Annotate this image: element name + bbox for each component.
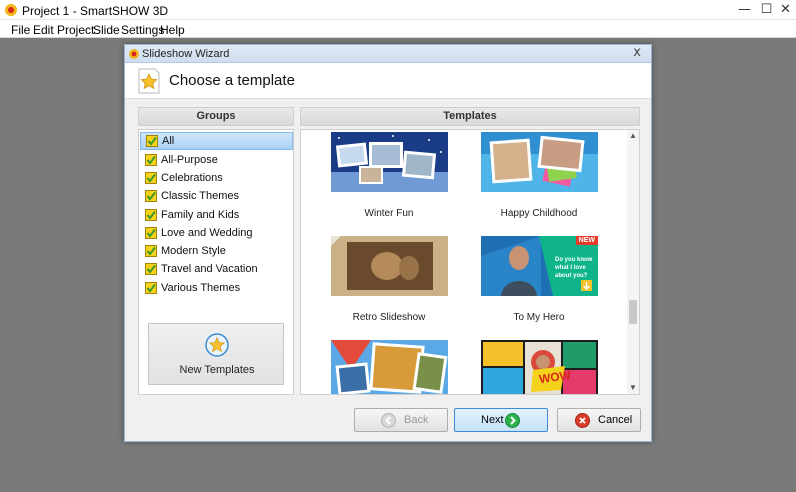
- checkbox-checked-icon: [146, 135, 158, 147]
- group-label: Various Themes: [161, 282, 241, 294]
- new-badge: NEW: [575, 236, 598, 245]
- groups-header: Groups: [138, 107, 294, 126]
- cancel-x-icon: [575, 413, 590, 428]
- menu-help[interactable]: Help: [160, 23, 185, 37]
- menu-slide[interactable]: Slide: [93, 23, 120, 37]
- template-star-icon: [138, 68, 160, 94]
- checkbox-checked-icon: [145, 209, 157, 221]
- template-label: Happy Childhood: [500, 208, 578, 219]
- menu-settings[interactable]: Settings: [121, 23, 164, 37]
- new-templates-star-icon: [205, 333, 229, 357]
- group-label: Classic Themes: [161, 190, 240, 202]
- group-item-travel-and-vacation[interactable]: Travel and Vacation: [140, 261, 293, 279]
- template-tile-to-my-hero[interactable]: Do you know what I love about you? NEW: [481, 236, 598, 296]
- dialog-heading: Choose a template: [169, 72, 295, 89]
- group-label: All-Purpose: [161, 154, 218, 166]
- dialog-header: Choose a template: [125, 63, 651, 99]
- new-templates-label: New Templates: [179, 364, 255, 376]
- app-logo-icon: [5, 4, 17, 16]
- cancel-label: Cancel: [598, 414, 633, 426]
- checkbox-checked-icon: [145, 282, 157, 294]
- group-label: Love and Wedding: [161, 227, 253, 239]
- next-label: Next: [481, 414, 504, 426]
- close-window-button[interactable]: ✕: [772, 0, 796, 20]
- dialog-titlebar: Slideshow Wizard x: [125, 45, 651, 63]
- template-tile-retro-slideshow[interactable]: [331, 236, 448, 296]
- menubar: File Edit Project Slide Settings Help: [0, 20, 796, 38]
- dialog-close-button[interactable]: x: [633, 45, 641, 60]
- templates-grid: Winter Fun Happy Childhood Retro Slidesh…: [300, 129, 640, 395]
- group-item-love-and-wedding[interactable]: Love and Wedding: [140, 225, 293, 243]
- back-button[interactable]: Back: [354, 408, 448, 432]
- menu-file[interactable]: File: [11, 23, 30, 37]
- checkbox-checked-icon: [145, 263, 157, 275]
- new-templates-button[interactable]: New Templates: [148, 323, 284, 385]
- group-item-classic-themes[interactable]: Classic Themes: [140, 188, 293, 206]
- group-item-all-purpose[interactable]: All-Purpose: [140, 152, 293, 170]
- next-arrow-icon: [505, 413, 520, 428]
- group-label: Family and Kids: [161, 209, 240, 221]
- template-tile-winter-fun[interactable]: [331, 132, 448, 192]
- template-tile-travel-collage[interactable]: [331, 340, 448, 394]
- menu-edit[interactable]: Edit: [33, 23, 54, 37]
- group-label: All: [162, 135, 175, 147]
- template-label: Retro Slideshow: [352, 312, 426, 323]
- cancel-button[interactable]: Cancel: [557, 408, 641, 432]
- checkbox-checked-icon: [145, 154, 157, 166]
- retro-thumbnail-icon: [331, 236, 448, 296]
- winter-thumbnail-icon: [331, 132, 448, 192]
- checkbox-checked-icon: [145, 245, 157, 257]
- slideshow-wizard-dialog: Slideshow Wizard x Choose a template Gro…: [124, 44, 652, 442]
- menu-project[interactable]: Project: [57, 23, 94, 37]
- group-label: Celebrations: [161, 172, 223, 184]
- group-item-family-and-kids[interactable]: Family and Kids: [140, 207, 293, 225]
- scroll-up-arrow-icon[interactable]: ▲: [627, 130, 639, 142]
- templates-scrollbar[interactable]: ▲ ▼: [627, 130, 639, 394]
- dialog-title: Slideshow Wizard: [142, 48, 230, 60]
- scrollbar-thumb[interactable]: [629, 300, 637, 324]
- group-item-all[interactable]: All: [140, 132, 293, 150]
- checkbox-checked-icon: [145, 172, 157, 184]
- hero-thumbnail-text: Do you know what I love about you?: [555, 257, 593, 279]
- groups-list: All All-Purpose Celebrations Classic The…: [138, 129, 294, 395]
- group-label: Travel and Vacation: [161, 263, 258, 275]
- group-label: Modern Style: [161, 245, 226, 257]
- app-title: Project 1 - SmartSHOW 3D: [22, 4, 169, 18]
- template-label: Winter Fun: [364, 208, 414, 219]
- travel-collage-thumbnail-icon: [331, 340, 448, 394]
- back-arrow-icon: [381, 413, 396, 428]
- childhood-thumbnail-icon: [481, 132, 598, 192]
- template-tile-happy-childhood[interactable]: [481, 132, 598, 192]
- group-item-modern-style[interactable]: Modern Style: [140, 243, 293, 261]
- checkbox-checked-icon: [145, 190, 157, 202]
- group-item-celebrations[interactable]: Celebrations: [140, 170, 293, 188]
- scroll-down-arrow-icon[interactable]: ▼: [627, 382, 639, 394]
- app-titlebar: Project 1 - SmartSHOW 3D — ☐ ✕: [0, 0, 796, 20]
- templates-header: Templates: [300, 107, 640, 126]
- comic-thumbnail-icon: [481, 340, 598, 394]
- template-label: To My Hero: [513, 312, 565, 323]
- checkbox-checked-icon: [145, 227, 157, 239]
- next-button[interactable]: Next: [454, 408, 548, 432]
- back-label: Back: [404, 414, 429, 426]
- group-item-various-themes[interactable]: Various Themes: [140, 280, 293, 298]
- dialog-app-icon: [129, 49, 139, 59]
- template-tile-comic[interactable]: WOW: [481, 340, 598, 394]
